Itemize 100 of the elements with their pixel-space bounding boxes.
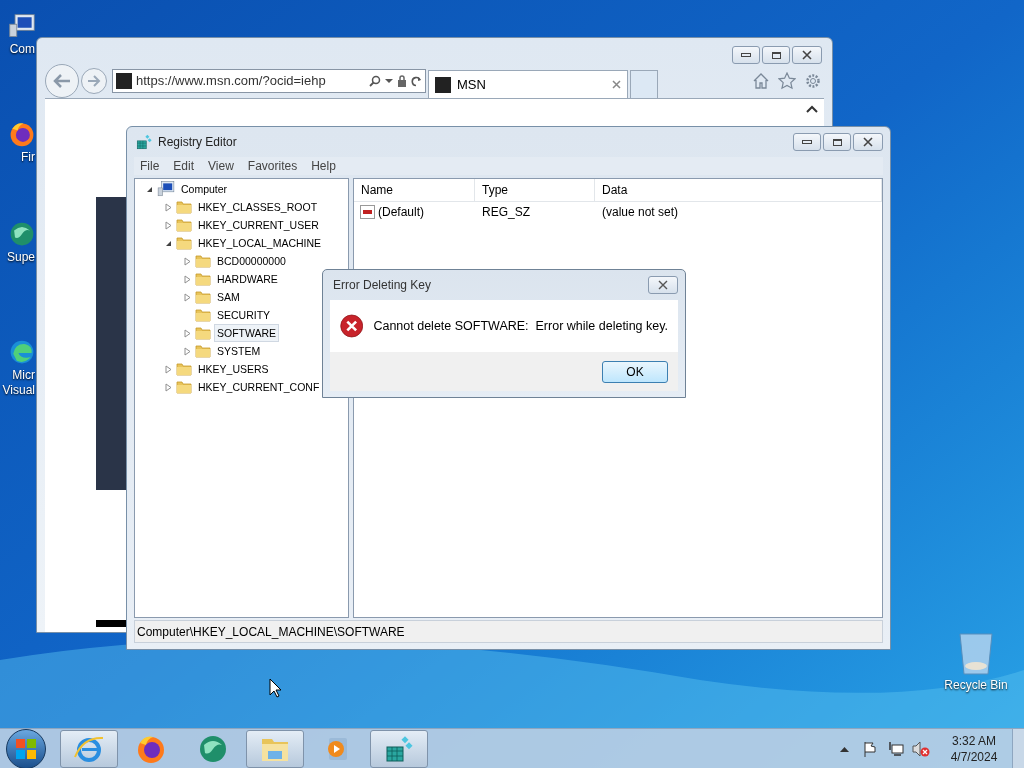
expand-arrow-icon[interactable]	[183, 292, 192, 302]
close-icon	[658, 280, 668, 290]
search-icon[interactable]	[369, 75, 381, 87]
ok-button[interactable]: OK	[602, 360, 668, 383]
clock-time[interactable]: 3:32 AM	[952, 732, 996, 749]
column-header[interactable]: Data	[595, 179, 882, 201]
star-icon[interactable]	[778, 72, 796, 90]
table-cell-text: (value not set)	[601, 204, 680, 221]
back-button[interactable]	[45, 64, 79, 98]
expand-arrow-icon[interactable]	[164, 364, 173, 374]
table-cell-text: (Default)	[378, 204, 424, 221]
new-tab-button[interactable]	[630, 70, 658, 98]
tree-item[interactable]: HKEY_LOCAL_MACHINE	[195, 234, 325, 252]
minimize-button[interactable]	[793, 133, 821, 151]
folder-icon	[176, 379, 192, 395]
icon-label: Com	[9, 42, 36, 57]
tree-item[interactable]: HKEY_CLASSES_ROOT	[195, 198, 321, 216]
dropdown-icon[interactable]	[385, 78, 393, 84]
folder-icon	[195, 253, 211, 269]
icon-label: Supe	[6, 250, 36, 265]
cursor-icon	[269, 678, 282, 698]
close-button[interactable]	[648, 276, 678, 294]
back-arrow-icon	[53, 74, 71, 88]
forward-button[interactable]	[81, 68, 107, 94]
status-path: Computer\HKEY_LOCAL_MACHINE\SOFTWARE	[137, 623, 405, 641]
icon-label: Recycle Bin	[944, 678, 1008, 693]
menu-item[interactable]: Help	[311, 157, 336, 175]
flag-icon[interactable]	[863, 740, 879, 757]
tree-item[interactable]: SOFTWARE	[214, 324, 280, 342]
folder-icon	[176, 199, 192, 215]
folder-icon	[176, 217, 192, 233]
maximize-button[interactable]	[762, 46, 790, 64]
folder-icon	[195, 289, 211, 305]
column-header[interactable]: Name	[354, 179, 475, 201]
close-icon	[802, 50, 812, 60]
lock-icon	[397, 75, 407, 87]
folder-icon	[195, 307, 211, 323]
string-value-icon	[360, 205, 375, 219]
tree-item[interactable]: BCD00000000	[214, 252, 289, 270]
forward-arrow-icon	[87, 75, 101, 87]
expand-arrow-icon[interactable]	[164, 382, 173, 392]
dialog-title: Error Deleting Key	[333, 277, 433, 294]
error-message: Cannot delete SOFTWARE: Error while deleting key.	[373, 317, 668, 335]
icon-label: Micr	[12, 368, 36, 383]
browser-tab[interactable]: MSN	[428, 70, 628, 98]
tree-item[interactable]: HKEY_CURRENT_USER	[195, 216, 322, 234]
window-title: Registry Editor	[158, 134, 238, 151]
volume-muted-icon[interactable]	[912, 740, 930, 757]
icon-label: Fir	[21, 150, 36, 165]
registry-cubes-icon	[135, 133, 153, 151]
folder-icon	[176, 235, 192, 251]
maximize-button[interactable]	[823, 133, 851, 151]
close-button[interactable]	[853, 133, 883, 151]
tree-item[interactable]: HKEY_USERS	[195, 360, 272, 378]
taskbar-button[interactable]	[370, 729, 428, 768]
menu-item[interactable]: View	[208, 157, 234, 175]
expand-arrow-icon[interactable]	[183, 256, 192, 266]
menu-item[interactable]: Favorites	[247, 157, 298, 175]
close-icon	[863, 137, 873, 147]
expand-arrow-icon[interactable]	[183, 328, 192, 338]
scroll-up-icon[interactable]	[806, 105, 818, 113]
folder-icon	[195, 343, 211, 359]
site-icon	[116, 73, 132, 89]
recycle-bin-icon	[957, 630, 995, 676]
refresh-icon[interactable]	[411, 75, 422, 87]
four-squares-logo-icon	[15, 737, 37, 760]
tree-item[interactable]: HKEY_CURRENT_CONF	[195, 378, 323, 396]
icon-label: Visual	[2, 383, 36, 398]
tree-item[interactable]: SYSTEM	[214, 342, 264, 360]
tree-item[interactable]: Computer	[178, 180, 231, 198]
home-icon[interactable]	[752, 72, 770, 90]
folder-icon	[176, 361, 192, 377]
close-button[interactable]	[792, 46, 822, 64]
menu-item[interactable]: File	[140, 157, 160, 175]
show-hidden-icons[interactable]	[840, 745, 849, 752]
folder-icon	[195, 271, 211, 287]
clock-date[interactable]: 4/7/2024	[950, 748, 998, 765]
close-icon[interactable]	[612, 80, 621, 89]
minimize-button[interactable]	[732, 46, 760, 64]
address-text: https://www.msn.com/?ocid=iehp	[136, 72, 327, 91]
network-icon[interactable]	[888, 740, 904, 757]
tree-item[interactable]: SAM	[214, 288, 243, 306]
address-bar[interactable]: https://www.msn.com/?ocid=iehp	[112, 69, 426, 93]
taskbar-button[interactable]	[60, 729, 118, 768]
table-cell-text: REG_SZ	[481, 204, 531, 221]
computer-icon	[157, 180, 175, 198]
tree-item[interactable]: SECURITY	[214, 306, 274, 324]
settings-icon[interactable]	[804, 72, 822, 90]
folder-icon	[195, 325, 211, 341]
menu-item[interactable]: Edit	[173, 157, 195, 175]
expand-arrow-icon[interactable]	[164, 220, 173, 230]
site-icon	[435, 76, 451, 93]
tree-item[interactable]: HARDWARE	[214, 270, 281, 288]
expand-arrow-icon[interactable]	[183, 274, 192, 284]
tab-title: MSN	[457, 75, 487, 94]
expand-arrow-icon[interactable]	[183, 346, 192, 356]
start-button[interactable]	[6, 728, 46, 768]
taskbar-button[interactable]	[246, 729, 304, 768]
column-header[interactable]: Type	[475, 179, 595, 201]
expand-arrow-icon[interactable]	[164, 202, 173, 212]
